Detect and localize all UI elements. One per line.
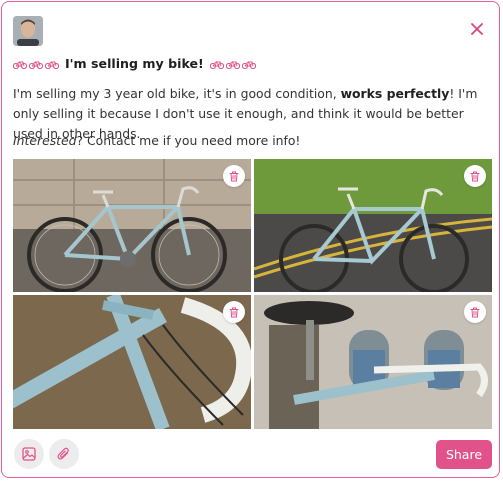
bicycle-icon xyxy=(241,60,256,69)
bicycle-icon xyxy=(45,60,59,69)
photo-thumbnail[interactable] xyxy=(254,159,492,292)
bike-icons-right xyxy=(209,59,256,69)
post-body-paragraph-2: Interested? Contact me if you need more … xyxy=(13,131,493,151)
avatar xyxy=(13,16,43,46)
bike-icons-left xyxy=(13,59,59,69)
post-composer-card: I'm selling my bike! I'm selling my 3 ye… xyxy=(1,1,500,478)
bicycle-icon xyxy=(209,60,224,69)
trash-icon xyxy=(229,307,239,317)
body-bold-text: works perfectly xyxy=(340,86,450,101)
body-text: ? Contact me if you need more info! xyxy=(76,133,301,148)
photo-thumbnail[interactable] xyxy=(254,295,492,429)
add-image-button[interactable] xyxy=(14,439,44,469)
delete-photo-button[interactable] xyxy=(464,165,486,187)
post-title: I'm selling my bike! xyxy=(65,56,204,71)
delete-photo-button[interactable] xyxy=(223,165,245,187)
image-icon xyxy=(22,447,36,461)
share-button[interactable]: Share xyxy=(436,440,492,469)
photo-grid xyxy=(13,159,492,429)
trash-icon xyxy=(470,307,480,317)
attach-file-button[interactable] xyxy=(49,439,79,469)
paperclip-icon xyxy=(57,447,69,460)
delete-photo-button[interactable] xyxy=(464,301,486,323)
trash-icon xyxy=(229,171,239,181)
bicycle-icon xyxy=(29,60,43,69)
close-icon xyxy=(471,23,483,35)
bicycle-icon xyxy=(13,60,27,69)
body-italic-text: Interested xyxy=(13,133,77,148)
photo-thumbnail[interactable] xyxy=(13,159,251,292)
delete-photo-button[interactable] xyxy=(223,301,245,323)
trash-icon xyxy=(470,171,480,181)
photo-thumbnail[interactable] xyxy=(13,295,251,429)
close-button[interactable] xyxy=(466,18,488,40)
body-text: I'm selling my 3 year old bike, it's in … xyxy=(13,86,341,101)
post-title-row: I'm selling my bike! xyxy=(13,56,256,71)
bicycle-icon xyxy=(225,60,240,69)
